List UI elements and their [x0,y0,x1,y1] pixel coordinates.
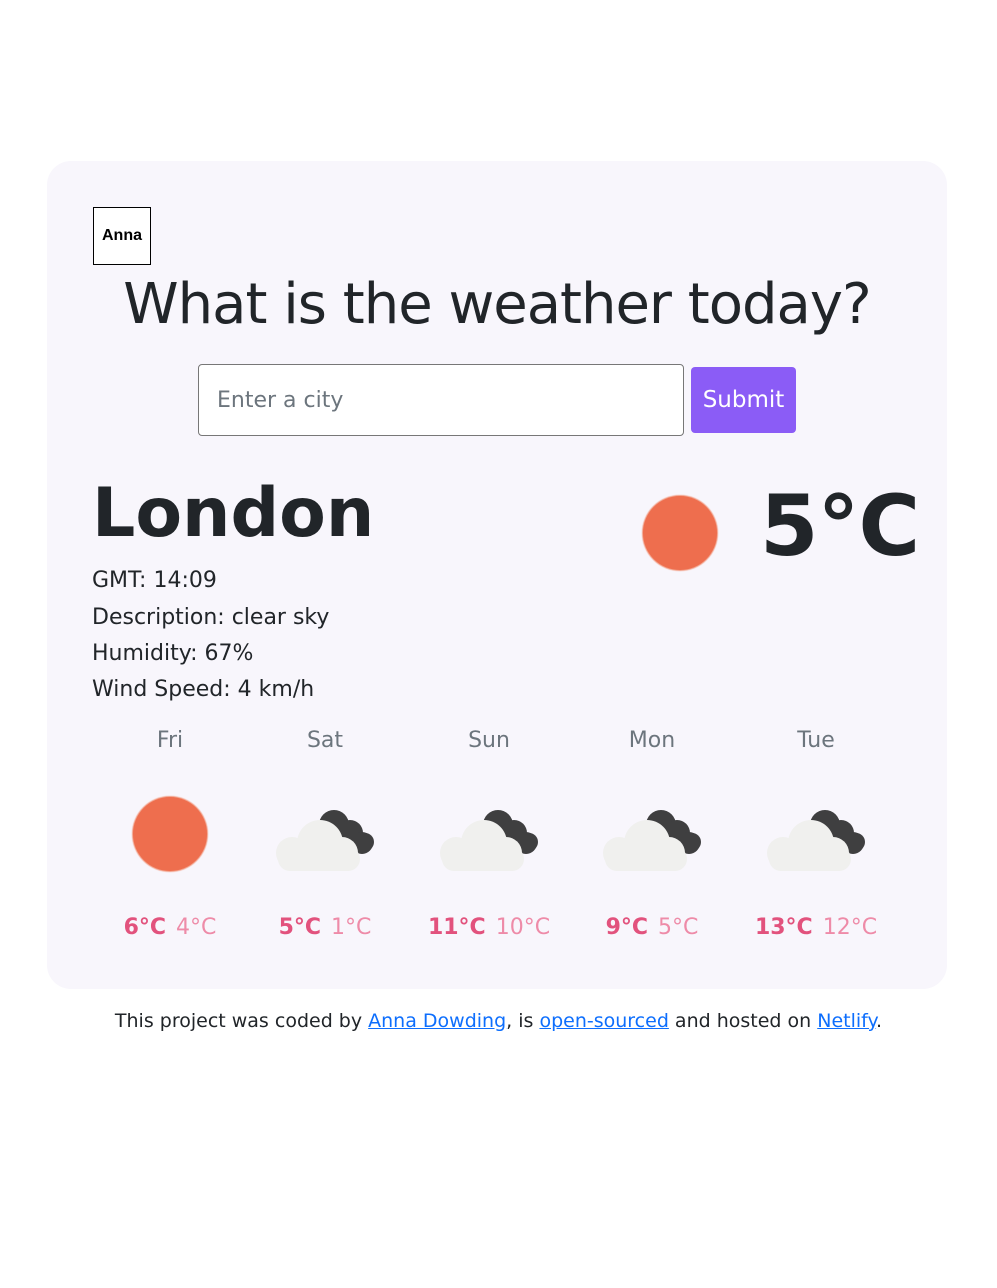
forecast-day: Sun 11°C 10°C [407,721,571,943]
humidity: Humidity: 67% [92,641,254,666]
forecast-temps: 13°C 12°C [734,913,898,943]
footer-text: and hosted on [668,1010,818,1032]
forecast-day-name: Fri [156,728,184,753]
forecast-day-name: Tue [797,728,835,753]
cloudy-icon [434,795,544,875]
forecast-max-temp: 9°C [605,915,649,940]
logo: Anna [93,207,151,265]
forecast-max-temp: 11°C [427,915,486,940]
current-temperature: 5°C [760,477,920,575]
forecast-day: Tue 13°C 12°C [734,721,898,943]
forecast-min-temp: 12°C [822,915,878,940]
logo-text: Anna [102,227,142,244]
forecast-day-name: Sun [468,728,510,753]
weather-card: Anna What is the weather today? Submit L… [47,161,947,989]
forecast-temps: 5°C 1°C [243,913,407,943]
footer-text: , is [506,1010,540,1032]
forecast-day: Mon 9°C 5°C [570,721,734,943]
search-input[interactable] [198,364,684,436]
forecast-min-temp: 5°C [658,915,699,940]
footer: This project was coded by Anna Dowding, … [0,1006,997,1036]
forecast-min-temp: 1°C [331,915,372,940]
wind-speed: Wind Speed: 4 km/h [92,677,315,702]
forecast-day-name: Sat [306,728,344,753]
footer-text: This project was coded by [114,1010,369,1032]
forecast-max-temp: 6°C [123,915,167,940]
netlify-link[interactable]: Netlify [817,1010,876,1032]
cloudy-icon [597,795,707,875]
cloudy-icon [270,795,380,875]
forecast-temps: 9°C 5°C [570,913,734,943]
forecast-temps: 11°C 10°C [407,913,571,943]
forecast-min-temp: 4°C [176,915,217,940]
city-name: London [92,474,375,553]
cloudy-icon [761,795,871,875]
gmt-time: GMT: 14:09 [92,568,217,593]
forecast-day: Sat 5°C 1°C [243,721,407,943]
weather-description: Description: clear sky [92,605,330,630]
author-link[interactable]: Anna Dowding [368,1010,506,1032]
forecast-min-temp: 10°C [495,915,551,940]
forecast-day-name: Mon [628,728,676,753]
submit-button[interactable]: Submit [691,367,796,433]
forecast-temps: 6°C 4°C [88,913,252,943]
forecast-max-temp: 5°C [278,915,322,940]
page-title: What is the weather today? [123,272,871,337]
sun-icon [643,496,717,570]
footer-text: . [876,1010,883,1032]
source-link[interactable]: open-sourced [539,1010,668,1032]
forecast-max-temp: 13°C [754,915,813,940]
sun-icon [115,795,225,875]
forecast-day: Fri 6°C 4°C [88,721,252,943]
